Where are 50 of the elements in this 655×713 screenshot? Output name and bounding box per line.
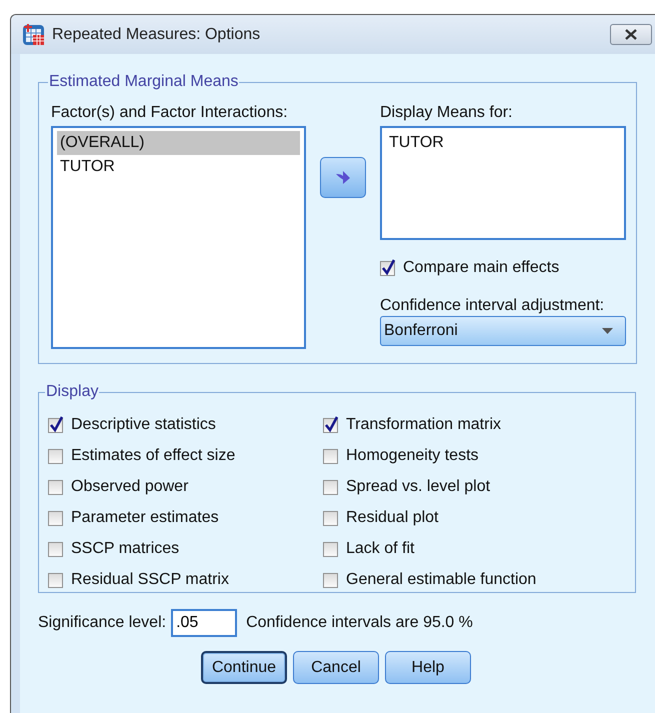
- checkbox-label: Homogeneity tests: [346, 447, 479, 465]
- checkbox[interactable]: [323, 510, 338, 526]
- checkbox-label: SSCP matrices: [71, 540, 180, 558]
- checkbox-label: Compare main effects: [403, 259, 560, 277]
- app-icon: [22, 22, 46, 46]
- close-icon: [624, 29, 638, 40]
- checkbox-label: Parameter estimates: [71, 509, 219, 527]
- dialog-button[interactable]: Help: [385, 651, 471, 684]
- list-box[interactable]: (OVERALL) TUTOR: [51, 126, 306, 349]
- checkbox-label: Observed power: [71, 478, 188, 496]
- dropdown-label: Confidence interval adjustment:: [380, 297, 606, 315]
- checkbox-label: Estimates of effect size: [71, 447, 236, 465]
- info-text: Confidence intervals are 95.0 %: [246, 614, 473, 632]
- dropdown[interactable]: Bonferroni: [380, 316, 626, 346]
- checkbox[interactable]: [48, 510, 63, 526]
- checkbox-label: Residual SSCP matrix: [71, 571, 229, 589]
- checkbox[interactable]: [48, 448, 63, 464]
- move-button[interactable]: [320, 157, 366, 198]
- checkbox-label: Descriptive statistics: [71, 416, 216, 434]
- checkbox[interactable]: [380, 260, 395, 276]
- window-title: Repeated Measures: Options: [52, 26, 262, 44]
- checkbox[interactable]: [48, 572, 63, 588]
- arrow-icon: [335, 170, 351, 185]
- checkbox[interactable]: [48, 542, 63, 556]
- dialog-button[interactable]: Continue: [201, 651, 287, 684]
- dialog-button[interactable]: Cancel: [293, 651, 379, 684]
- list-box[interactable]: TUTOR: [380, 126, 626, 240]
- list-item[interactable]: (OVERALL): [57, 131, 300, 155]
- checkbox[interactable]: [48, 480, 63, 494]
- checkbox[interactable]: [48, 418, 63, 432]
- group-title: Estimated Marginal Means: [48, 73, 240, 91]
- list-item[interactable]: TUTOR: [386, 131, 620, 155]
- list-label: Display Means for:: [380, 104, 514, 122]
- group-title: Display: [45, 383, 100, 401]
- caret-icon: [602, 328, 613, 334]
- checkbox-label: General estimable function: [346, 571, 536, 589]
- checkbox[interactable]: [323, 418, 338, 432]
- checkbox-label: Residual plot: [346, 509, 438, 527]
- checkbox[interactable]: [323, 542, 338, 556]
- close-button[interactable]: [610, 24, 652, 45]
- significance-field[interactable]: .05: [171, 609, 238, 637]
- list-item[interactable]: TUTOR: [57, 155, 300, 179]
- checkbox[interactable]: [323, 448, 338, 464]
- field-label: Significance level:: [38, 614, 166, 632]
- list-label: Factor(s) and Factor Interactions:: [51, 104, 289, 122]
- checkbox[interactable]: [323, 572, 338, 588]
- checkbox[interactable]: [323, 480, 338, 494]
- checkbox-label: Spread vs. level plot: [346, 478, 490, 496]
- checkbox-label: Lack of fit: [346, 540, 414, 558]
- checkbox-label: Transformation matrix: [346, 416, 501, 434]
